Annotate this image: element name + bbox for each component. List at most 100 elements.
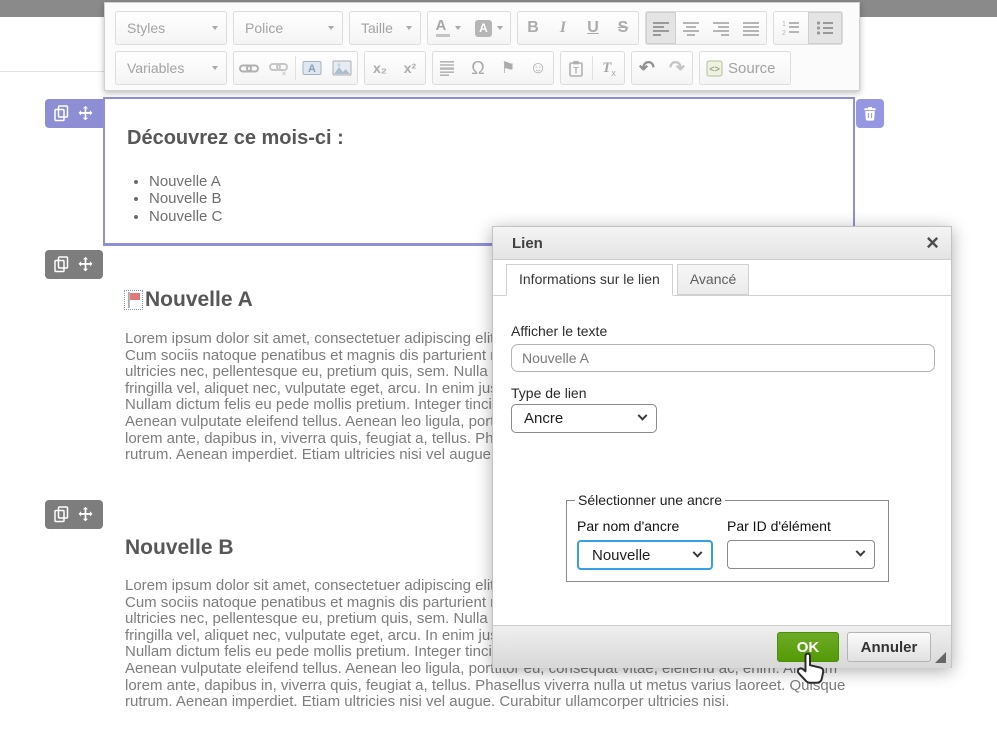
align-left-icon xyxy=(653,21,670,36)
tab-link-info[interactable]: Informations sur le lien xyxy=(506,264,673,296)
delete-widget-button[interactable] xyxy=(856,99,884,128)
flag-icon: ⚑ xyxy=(501,58,515,78)
smiley-button[interactable]: ☺ xyxy=(523,52,553,84)
cancel-button[interactable]: Annuler xyxy=(847,632,931,662)
variables-dropdown[interactable]: Variables xyxy=(115,51,227,85)
display-text-input[interactable] xyxy=(511,344,935,372)
omega-icon: Ω xyxy=(471,58,484,79)
chevron-down-icon xyxy=(638,411,648,421)
italic-icon: I xyxy=(560,19,566,37)
strikethrough-icon: S xyxy=(618,19,629,37)
remove-format-icon: Tx xyxy=(602,59,616,78)
chevron-down-icon xyxy=(856,547,866,557)
widget-drag-handle[interactable] xyxy=(45,500,103,529)
list-group: 12 xyxy=(773,11,843,45)
underline-icon: U xyxy=(587,19,599,37)
bold-button[interactable]: B xyxy=(518,12,548,44)
trash-icon xyxy=(863,106,877,121)
subscript-button[interactable]: x₂ xyxy=(365,52,395,84)
smiley-icon: ☺ xyxy=(529,58,546,78)
anchor-name-select[interactable]: Nouvelle xyxy=(577,540,713,570)
superscript-button[interactable]: x² xyxy=(395,52,425,84)
widget-drag-handle[interactable] xyxy=(45,99,103,128)
toolbar-row-2: Variables ✕ A x₂ x² xyxy=(109,48,855,88)
variables-label: Variables xyxy=(127,60,184,76)
section-b-heading: Nouvelle B xyxy=(125,536,234,560)
overview-heading: Découvrez ce mois-ci : xyxy=(127,127,344,150)
align-justify-icon xyxy=(743,21,760,36)
bulleted-list-icon xyxy=(816,20,834,36)
source-icon: <> xyxy=(706,60,723,77)
numbered-list-icon: 12 xyxy=(782,20,800,36)
chevron-down-icon xyxy=(455,26,461,30)
editor-toolbar: Styles Police Taille A A xyxy=(104,2,860,91)
strikethrough-button[interactable]: S xyxy=(608,12,638,44)
align-right-button[interactable] xyxy=(706,12,736,44)
move-icon xyxy=(77,105,94,122)
dialog-title: Lien xyxy=(512,235,926,252)
background-color-button[interactable]: A xyxy=(468,12,510,44)
text-color-button[interactable]: A xyxy=(428,12,468,44)
dialog-title-bar[interactable]: Lien × xyxy=(493,227,951,260)
dialog-footer: OK Annuler xyxy=(493,625,951,668)
svg-text:1: 1 xyxy=(782,21,786,28)
link-button[interactable] xyxy=(234,52,264,84)
resize-handle[interactable] xyxy=(935,652,946,663)
paste-text-button[interactable]: T xyxy=(561,52,591,84)
bulleted-list-button[interactable] xyxy=(808,12,842,44)
list-item[interactable]: Nouvelle C xyxy=(149,208,222,225)
horizontal-rule-icon xyxy=(440,61,456,76)
link-group: ✕ A xyxy=(233,51,358,85)
hand-cursor xyxy=(795,650,829,699)
anchor-fieldset: Sélectionner une ancre Par nom d'ancre N… xyxy=(566,492,889,582)
close-icon[interactable]: × xyxy=(926,233,939,253)
superscript-icon: x² xyxy=(404,60,416,76)
selected-widget-overview[interactable]: Découvrez ce mois-ci : Nouvelle A Nouvel… xyxy=(103,97,855,246)
svg-text:A: A xyxy=(308,63,316,75)
align-left-button[interactable] xyxy=(646,12,676,44)
align-right-icon xyxy=(713,21,730,36)
textbox-button[interactable]: A xyxy=(297,52,327,84)
undo-icon: ↶ xyxy=(639,57,655,80)
anchor-marker[interactable] xyxy=(124,290,143,310)
align-justify-button[interactable] xyxy=(736,12,766,44)
separator xyxy=(295,56,296,80)
special-char-button[interactable]: Ω xyxy=(463,52,493,84)
chevron-down-icon xyxy=(406,26,412,30)
section-b-heading-row: Nouvelle B xyxy=(125,536,234,560)
underline-button[interactable]: U xyxy=(578,12,608,44)
horizontal-rule-button[interactable] xyxy=(433,52,463,84)
align-center-icon xyxy=(683,21,700,36)
svg-text:2: 2 xyxy=(782,30,786,36)
redo-button[interactable]: ↷ xyxy=(662,52,692,84)
police-dropdown[interactable]: Police xyxy=(233,11,343,45)
svg-text:<>: <> xyxy=(709,64,720,74)
textbox-icon: A xyxy=(302,60,322,76)
link-type-value: Ancre xyxy=(524,410,563,427)
anchor-legend: Sélectionner une ancre xyxy=(575,492,725,508)
clipboard-group: T Tx xyxy=(560,51,625,85)
unlink-button[interactable]: ✕ xyxy=(264,52,294,84)
list-item[interactable]: Nouvelle B xyxy=(149,190,222,207)
align-center-button[interactable] xyxy=(676,12,706,44)
anchor-id-select[interactable] xyxy=(727,540,875,569)
taille-dropdown[interactable]: Taille xyxy=(349,11,421,45)
image-button[interactable] xyxy=(327,52,357,84)
screen: Styles Police Taille A A xyxy=(0,0,997,737)
display-text-label: Afficher le texte xyxy=(511,323,607,339)
widget-drag-handle[interactable] xyxy=(45,250,103,279)
remove-format-button[interactable]: Tx xyxy=(594,52,624,84)
link-type-label: Type de lien xyxy=(511,385,587,401)
undo-button[interactable]: ↶ xyxy=(632,52,662,84)
anchor-button[interactable]: ⚑ xyxy=(493,52,523,84)
tab-advanced[interactable]: Avancé xyxy=(677,264,749,295)
link-dialog: Lien × Informations sur le lien Avancé A… xyxy=(492,226,952,668)
source-button[interactable]: <> Source xyxy=(700,52,790,84)
italic-button[interactable]: I xyxy=(548,12,578,44)
link-type-select[interactable]: Ancre xyxy=(511,404,657,433)
numbered-list-button[interactable]: 12 xyxy=(774,12,808,44)
styles-dropdown[interactable]: Styles xyxy=(115,11,227,45)
chevron-down-icon xyxy=(328,26,334,30)
insert-group: Ω ⚑ ☺ xyxy=(432,51,554,85)
list-item[interactable]: Nouvelle A xyxy=(149,173,222,190)
